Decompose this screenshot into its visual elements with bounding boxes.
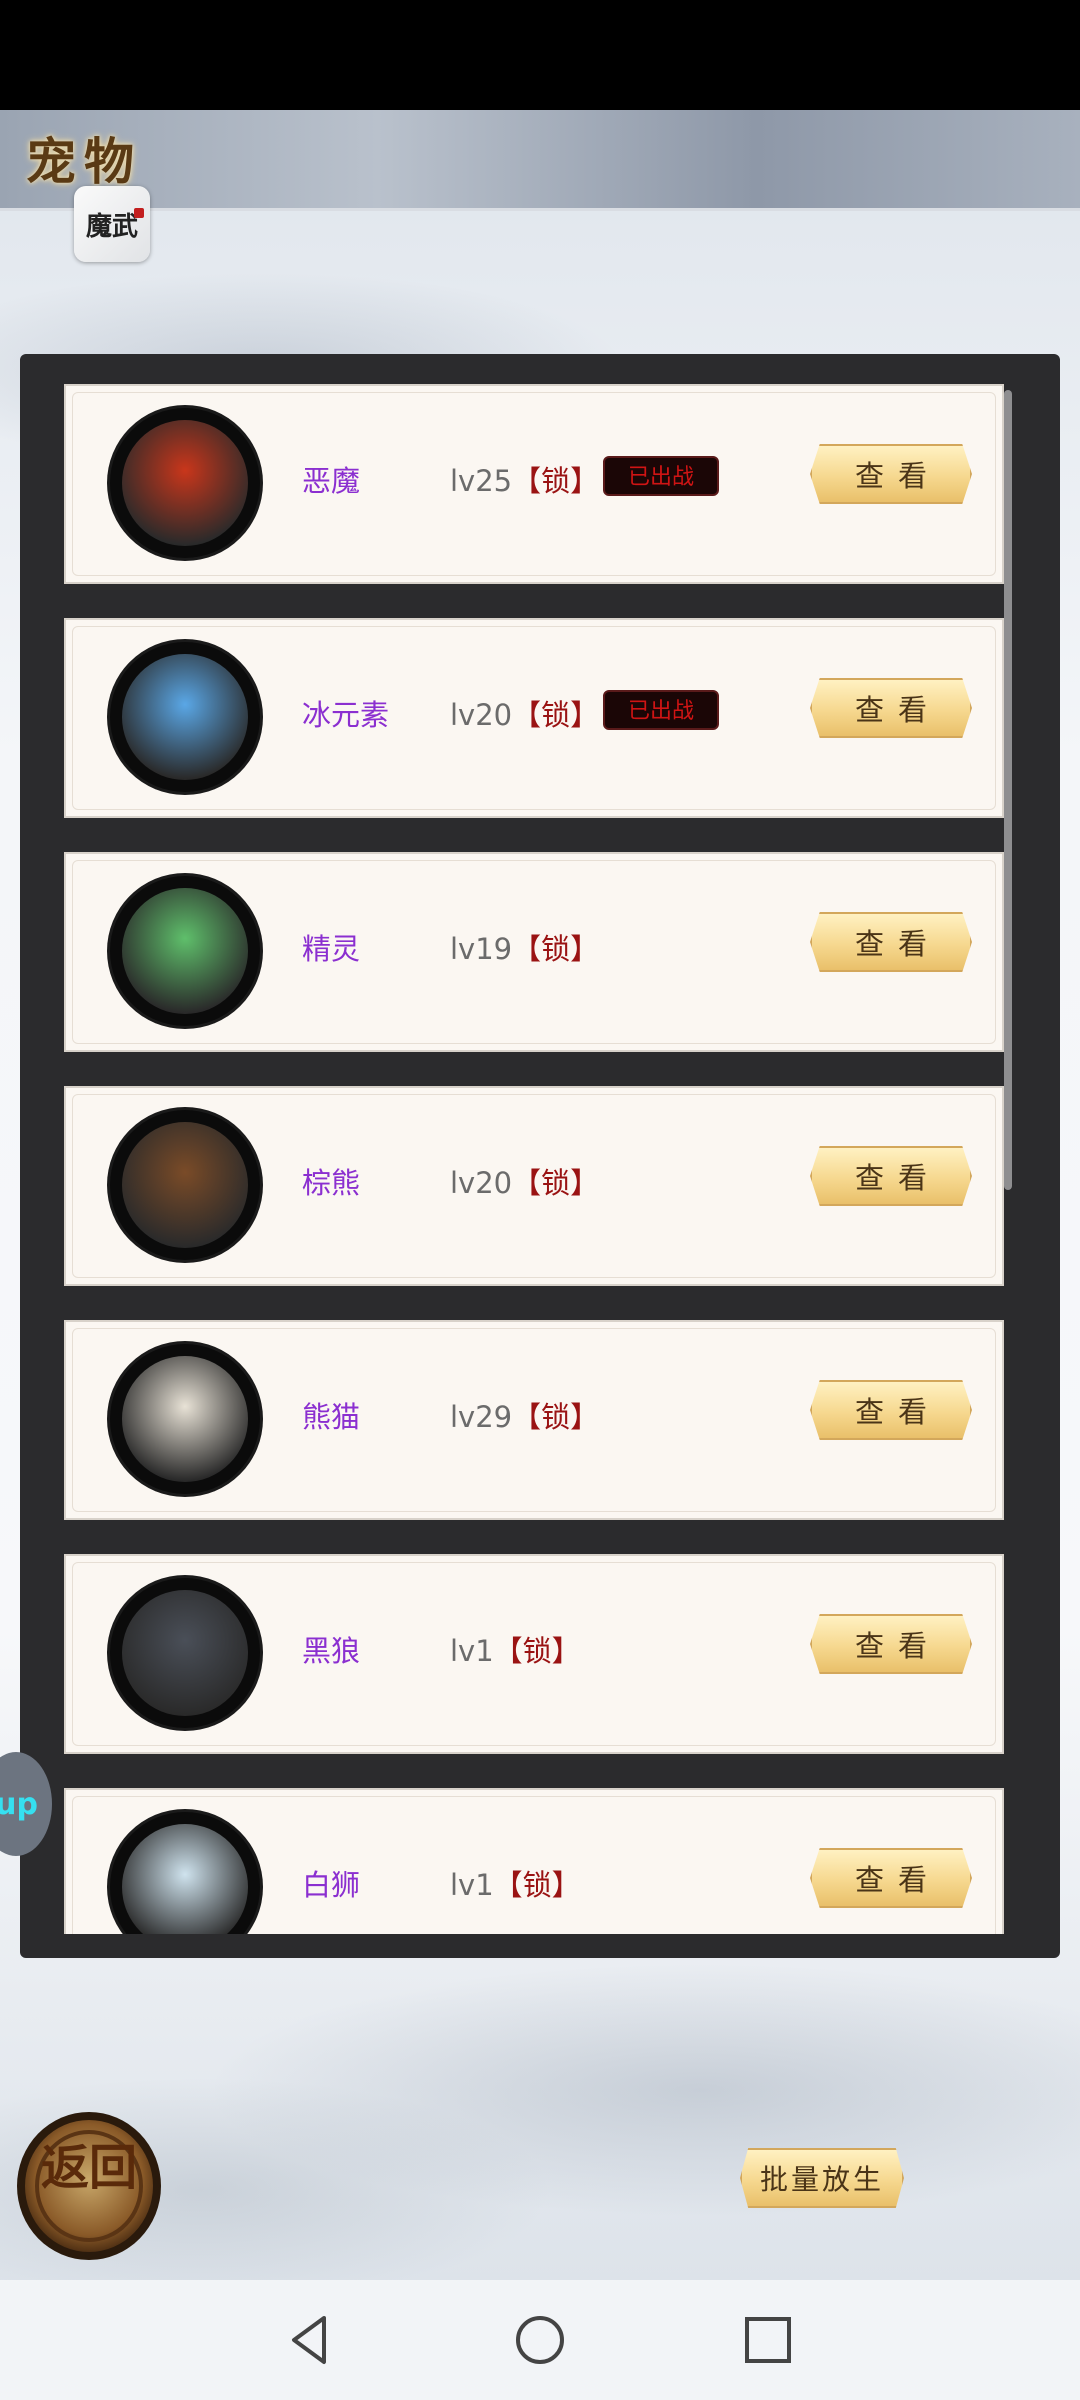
demon-avatar-icon <box>122 420 248 546</box>
elf-avatar-icon <box>122 888 248 1014</box>
floating-bubble-text: up <box>0 1786 38 1822</box>
nav-recents-icon[interactable] <box>738 2310 798 2370</box>
pet-card: 精灵 lv19【锁】 查看 <box>64 852 1004 1052</box>
pet-lock-label[interactable]: 【锁】 <box>512 464 599 498</box>
pet-card: 冰元素 lv20【锁】 已出战 查看 <box>64 618 1004 818</box>
pet-card: 恶魔 lv25【锁】 已出战 查看 <box>64 384 1004 584</box>
pet-avatar[interactable] <box>110 1812 260 1934</box>
pet-level-row: lv1【锁】 <box>450 1628 581 1670</box>
back-label: 返回 <box>41 2140 137 2196</box>
pet-card: 熊猫 lv29【锁】 查看 <box>64 1320 1004 1520</box>
pet-lock-label[interactable]: 【锁】 <box>512 1166 599 1200</box>
white-lion-avatar-icon <box>122 1824 248 1934</box>
batch-release-button[interactable]: 批量放生 <box>740 2148 904 2208</box>
pet-level: lv29 <box>450 1400 513 1434</box>
pet-name: 熊猫 <box>302 1400 361 1434</box>
pet-avatar[interactable] <box>110 1110 260 1260</box>
pet-level: lv1 <box>450 1634 494 1668</box>
view-pet-button[interactable]: 查看 <box>810 1614 972 1674</box>
brown-bear-avatar-icon <box>122 1122 248 1248</box>
pet-level: lv20 <box>450 1166 513 1200</box>
pet-level-row: lv20【锁】 <box>450 692 599 734</box>
app-logo-seal <box>134 208 144 218</box>
pet-level: lv25 <box>450 464 513 498</box>
pet-level-row: lv19【锁】 <box>450 926 599 968</box>
nav-home-icon[interactable] <box>510 2310 570 2370</box>
title-bar <box>0 110 1080 211</box>
back-button[interactable]: 返回 <box>12 2098 166 2264</box>
pet-level: lv20 <box>450 698 513 732</box>
view-pet-button[interactable]: 查看 <box>810 912 972 972</box>
nav-back-icon[interactable] <box>280 2310 340 2370</box>
pet-name: 棕熊 <box>302 1166 361 1200</box>
pet-avatar[interactable] <box>110 876 260 1026</box>
pet-list-viewport[interactable]: 恶魔 lv25【锁】 已出战 查看 冰元素 lv20【锁】 已出战 查看 精灵 lv19【锁】 查看… <box>64 384 1004 1934</box>
pet-name: 恶魔 <box>302 464 361 498</box>
pet-name: 精灵 <box>302 932 361 966</box>
black-wolf-avatar-icon <box>122 1590 248 1716</box>
pet-level-row: lv1【锁】 <box>450 1862 581 1904</box>
app-logo-icon[interactable]: 魔武 <box>74 186 150 262</box>
pet-avatar[interactable] <box>110 1344 260 1494</box>
pet-name: 冰元素 <box>302 698 390 732</box>
deployed-badge: 已出战 <box>603 690 719 730</box>
status-bar <box>0 0 1080 110</box>
view-pet-button[interactable]: 查看 <box>810 1848 972 1908</box>
pet-lock-label[interactable]: 【锁】 <box>512 932 599 966</box>
view-pet-button[interactable]: 查看 <box>810 1146 972 1206</box>
pet-avatar[interactable] <box>110 408 260 558</box>
pet-avatar[interactable] <box>110 1578 260 1728</box>
view-pet-button[interactable]: 查看 <box>810 1380 972 1440</box>
scrollbar[interactable] <box>1004 390 1014 1930</box>
pet-avatar[interactable] <box>110 642 260 792</box>
pet-card: 黑狼 lv1【锁】 查看 <box>64 1554 1004 1754</box>
pet-level-row: lv20【锁】 <box>450 1160 599 1202</box>
pet-name: 白狮 <box>302 1868 361 1902</box>
pet-level-row: lv25【锁】 <box>450 458 599 500</box>
view-pet-button[interactable]: 查看 <box>810 678 972 738</box>
scrollbar-thumb[interactable] <box>1004 390 1012 1190</box>
pet-level: lv1 <box>450 1868 494 1902</box>
pet-lock-label[interactable]: 【锁】 <box>512 698 599 732</box>
page-title: 宠物 <box>26 132 142 191</box>
ice-elemental-avatar-icon <box>122 654 248 780</box>
pet-level-row: lv29【锁】 <box>450 1394 599 1436</box>
back-seal-icon: 返回 <box>17 2112 161 2260</box>
pet-card: 棕熊 lv20【锁】 查看 <box>64 1086 1004 1286</box>
panda-avatar-icon <box>122 1356 248 1482</box>
pet-lock-label[interactable]: 【锁】 <box>512 1400 599 1434</box>
pet-card: 白狮 lv1【锁】 查看 <box>64 1788 1004 1934</box>
view-pet-button[interactable]: 查看 <box>810 444 972 504</box>
pet-lock-label[interactable]: 【锁】 <box>494 1868 581 1902</box>
app-logo-text: 魔武 <box>85 211 138 242</box>
pet-level: lv19 <box>450 932 513 966</box>
pet-name: 黑狼 <box>302 1634 361 1668</box>
pet-lock-label[interactable]: 【锁】 <box>494 1634 581 1668</box>
deployed-badge: 已出战 <box>603 456 719 496</box>
